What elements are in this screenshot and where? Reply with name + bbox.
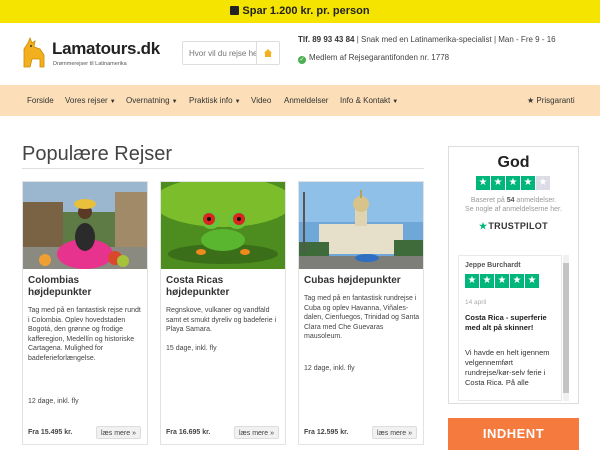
nav-item-vores-rejser[interactable]: Vores rejser ▼	[65, 85, 116, 116]
logo[interactable]: Lamatours.dk Drømmerejser til Latinameri…	[20, 37, 160, 73]
gift-icon	[230, 6, 240, 15]
star-icon: ★	[510, 274, 524, 288]
page-title: Populære Rejser	[22, 143, 173, 165]
trustpilot-widget[interactable]: God ★ ★ ★ ★ ★ Baseret på 54 anmeldelser.…	[448, 146, 579, 404]
review-date: 14 april	[465, 299, 487, 306]
trip-duration: 12 dage, inkl. fly	[304, 365, 355, 372]
star-icon: ★	[491, 176, 505, 190]
chevron-down-icon: ▼	[234, 99, 241, 105]
chevron-down-icon: ▼	[171, 99, 178, 105]
trip-title[interactable]: Costa Ricas højdepunkter	[166, 275, 282, 299]
trustpilot-logo[interactable]: ★TRUSTPILOT	[479, 221, 548, 232]
nav-item-info-kontakt[interactable]: Info & Kontakt ▼	[340, 85, 398, 116]
chevron-down-icon: ▼	[109, 99, 116, 105]
trip-title[interactable]: Cubas højdepunkter	[304, 275, 420, 287]
promo-bar[interactable]: Spar 1.200 kr. pr. person	[0, 0, 600, 23]
promo-text: Spar 1.200 kr. pr. person	[242, 5, 370, 17]
star-icon: ★	[480, 274, 494, 288]
home-icon	[264, 49, 272, 57]
review-title: Costa Rica - superferie med alt på skinn…	[465, 313, 547, 332]
trip-description: Regnskove, vulkaner og vandfald samt et …	[166, 307, 277, 334]
contact-line: Tlf. 89 93 43 84 | Snak med en Latinamer…	[298, 35, 556, 44]
trip-description: Tag med på en fantastisk rejse rundt i C…	[28, 307, 141, 362]
review-card[interactable]: Jeppe Burchardt ★ ★ ★ ★ ★ 14 april Costa…	[458, 255, 562, 401]
trip-card-costa-rica[interactable]: Costa Ricas højdepunkter Regnskove, vulk…	[160, 181, 286, 445]
check-circle-icon: ✓	[298, 56, 306, 64]
rating-label: God	[497, 154, 530, 171]
star-icon: ★	[506, 176, 520, 190]
trip-card-colombia[interactable]: Colombias højdepunkter Tag med på en fan…	[22, 181, 148, 445]
trip-image-costa-rica[interactable]	[161, 182, 285, 269]
reviewer-name: Jeppe Burchardt	[465, 262, 521, 269]
nav-item-anmeldelser[interactable]: Anmeldelser	[284, 85, 328, 116]
review-summary: Baseret på 54 anmeldelser. Se nogle af a…	[465, 197, 562, 213]
read-more-button[interactable]: læs mere »	[371, 426, 417, 439]
divider	[22, 168, 424, 169]
trip-title[interactable]: Colombias højdepunkter	[28, 275, 144, 299]
trip-duration: 12 dage, inkl. fly	[28, 398, 79, 405]
read-more-button[interactable]: læs mere »	[233, 426, 279, 439]
review-body: Vi havde en helt igennem velgennemført r…	[465, 348, 550, 387]
trip-price: Fra 16.695 kr.	[166, 429, 211, 436]
membership-text: Medlem af Rejsegarantifonden nr. 1778	[309, 53, 450, 62]
trip-duration: 15 dage, inkl. fly	[166, 345, 217, 352]
star-icon: ★	[476, 176, 490, 190]
contact-hours: | Snak med en Latinamerika-specialist | …	[354, 35, 556, 44]
star-icon: ★	[495, 274, 509, 288]
logo-text: Lamatours.dk	[52, 39, 160, 58]
review-scrollbar[interactable]	[563, 255, 569, 401]
search-box	[182, 41, 280, 65]
membership-line: ✓ Medlem af Rejsegarantifonden nr. 1778	[298, 53, 449, 64]
scrollbar-thumb[interactable]	[563, 263, 569, 393]
star-empty-icon: ★	[536, 176, 550, 190]
trip-description: Tag med på en fantastisk rundrejse i Cub…	[304, 295, 420, 341]
nav-item-forside[interactable]: Forside	[27, 85, 54, 116]
trip-price: Fra 15.495 kr.	[28, 429, 73, 436]
phone-link[interactable]: Tlf. 89 93 43 84	[298, 35, 354, 44]
trip-price: Fra 12.595 kr.	[304, 429, 349, 436]
nav-item-video[interactable]: Video	[251, 85, 271, 116]
header: Lamatours.dk Drømmerejser til Latinameri…	[0, 23, 600, 85]
nav-item-overnatning[interactable]: Overnatning ▼	[126, 85, 178, 116]
star-icon: ★	[521, 176, 535, 190]
search-input[interactable]	[183, 42, 257, 64]
llama-logo-icon	[23, 37, 45, 68]
trip-card-cuba[interactable]: Cubas højdepunkter Tag med på en fantast…	[298, 181, 424, 445]
star-icon: ★	[525, 274, 539, 288]
logo-tagline: Drømmerejser til Latinamerika	[53, 61, 127, 67]
star-icon: ★	[479, 221, 488, 231]
main-nav: Forside Vores rejser ▼ Overnatning ▼ Prakt…	[0, 85, 600, 116]
get-offer-button[interactable]: INDHENT	[448, 418, 579, 450]
trip-image-colombia[interactable]	[23, 182, 147, 269]
nav-item-praktisk-info[interactable]: Praktisk info ▼	[189, 85, 241, 116]
see-reviews-link[interactable]: Se nogle af anmeldelserne her.	[465, 206, 562, 213]
chevron-down-icon: ▼	[392, 99, 399, 105]
trip-image-cuba[interactable]	[299, 182, 423, 269]
search-button[interactable]	[256, 42, 279, 64]
prisgaranti-link[interactable]: ★ Prisgaranti	[527, 85, 575, 116]
read-more-button[interactable]: læs mere »	[95, 426, 141, 439]
star-icon: ★	[465, 274, 479, 288]
